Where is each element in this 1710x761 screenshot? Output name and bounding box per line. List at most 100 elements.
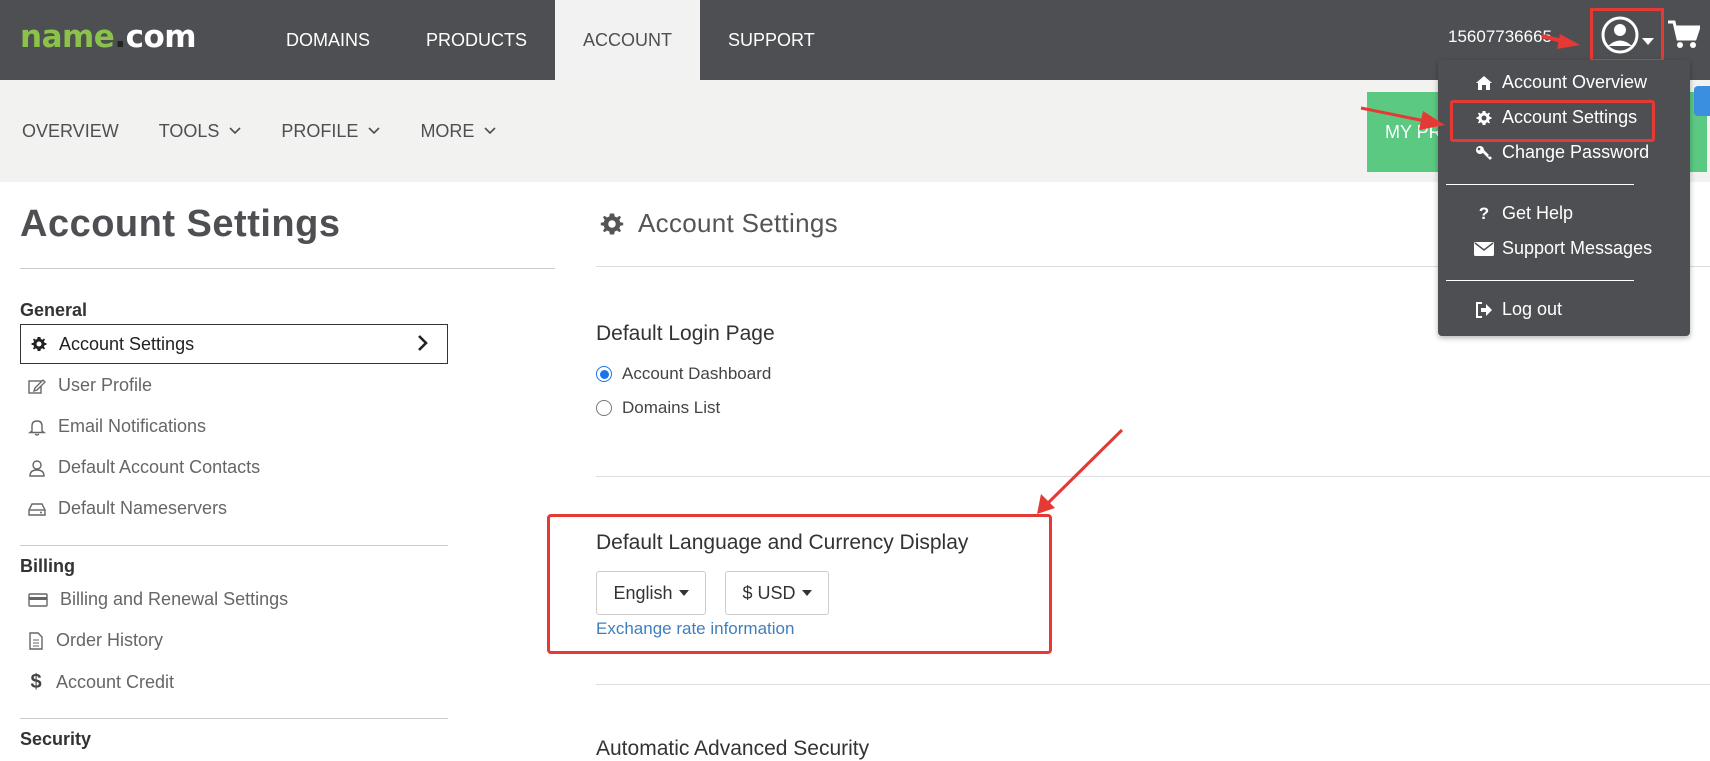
subnav-overview[interactable]: OVERVIEW bbox=[22, 121, 119, 142]
chevron-down-icon bbox=[368, 127, 381, 135]
sidebar-item-email-notifications[interactable]: Email Notifications bbox=[28, 416, 206, 437]
logo[interactable]: name.com bbox=[20, 19, 197, 55]
user-icon bbox=[28, 459, 46, 477]
arrow-to-language-box bbox=[1037, 428, 1124, 514]
logout-icon bbox=[1474, 301, 1494, 318]
user-dropdown-menu: Account Overview Account Settings Change… bbox=[1438, 60, 1690, 336]
question-icon: ? bbox=[1478, 203, 1490, 223]
envelope-icon bbox=[1474, 241, 1494, 256]
sidebar-item-billing-renewal[interactable]: Billing and Renewal Settings bbox=[28, 589, 288, 610]
dollar-icon: $ bbox=[30, 671, 42, 693]
sidebar-item-label: User Profile bbox=[58, 375, 153, 395]
currency-value: $ USD bbox=[742, 582, 796, 603]
nav-support[interactable]: SUPPORT bbox=[700, 0, 843, 80]
user-circle-icon bbox=[1600, 15, 1640, 55]
divider bbox=[20, 545, 448, 546]
menu-item-get-help[interactable]: ? Get Help bbox=[1474, 203, 1573, 224]
language-currency-heading: Default Language and Currency Display bbox=[596, 531, 969, 554]
chevron-down-icon bbox=[484, 127, 497, 135]
divider bbox=[20, 268, 555, 269]
advanced-security-heading: Automatic Advanced Security bbox=[596, 737, 870, 760]
gear-icon bbox=[31, 336, 47, 352]
menu-item-label: Log out bbox=[1502, 299, 1563, 319]
divider bbox=[596, 684, 1710, 685]
menu-item-account-settings[interactable]: Account Settings bbox=[1474, 107, 1637, 128]
menu-item-label: Get Help bbox=[1502, 203, 1574, 223]
sidebar-item-label: Account Settings bbox=[59, 333, 195, 354]
exchange-rate-link[interactable]: Exchange rate information bbox=[596, 619, 794, 639]
chevron-right-icon bbox=[417, 334, 429, 352]
menu-item-log-out[interactable]: Log out bbox=[1474, 299, 1562, 320]
subnav-profile[interactable]: PROFILE bbox=[281, 120, 381, 142]
menu-divider bbox=[1446, 280, 1634, 281]
radio-label: Domains List bbox=[622, 398, 721, 417]
language-value: English bbox=[613, 582, 673, 603]
subnav-items: OVERVIEW TOOLS PROFILE MORE bbox=[22, 80, 536, 182]
cart-icon[interactable] bbox=[1668, 20, 1700, 50]
sidebar-item-label: Order History bbox=[56, 630, 164, 650]
sidebar-item-label: Default Nameservers bbox=[58, 498, 228, 518]
page-title: Account Settings bbox=[20, 203, 341, 245]
home-icon bbox=[1474, 75, 1494, 91]
radio-domains-list[interactable]: Domains List bbox=[596, 398, 720, 418]
logo-name: name bbox=[20, 19, 115, 55]
document-icon bbox=[28, 631, 44, 650]
divider bbox=[20, 718, 448, 719]
logo-dot: . bbox=[114, 19, 126, 55]
section-security: Security bbox=[20, 729, 92, 749]
radio-account-dashboard[interactable]: Account Dashboard bbox=[596, 364, 771, 384]
logo-com: com bbox=[125, 19, 197, 55]
radio-button[interactable] bbox=[596, 366, 612, 382]
menu-divider bbox=[1446, 184, 1634, 185]
subnav-more-label: MORE bbox=[420, 120, 475, 141]
edit-icon bbox=[28, 378, 46, 394]
currency-select[interactable]: $ USD bbox=[725, 571, 829, 615]
section-general: General bbox=[20, 300, 88, 320]
gear-icon bbox=[600, 212, 624, 236]
edge-widget[interactable] bbox=[1694, 86, 1710, 116]
login-page-heading: Default Login Page bbox=[596, 322, 775, 345]
chevron-down-icon bbox=[229, 127, 241, 135]
language-select[interactable]: English bbox=[596, 571, 706, 615]
menu-item-label: Support Messages bbox=[1502, 238, 1653, 258]
sidebar-item-label: Billing and Renewal Settings bbox=[60, 589, 289, 609]
nav-products[interactable]: PRODUCTS bbox=[398, 0, 555, 80]
gear-icon bbox=[1474, 110, 1494, 126]
sidebar-item-order-history[interactable]: Order History bbox=[28, 630, 163, 651]
subnav-tools-label: TOOLS bbox=[158, 120, 220, 141]
section-billing: Billing bbox=[20, 556, 75, 576]
sidebar-item-user-profile[interactable]: User Profile bbox=[28, 375, 152, 396]
sidebar-item-account-settings[interactable]: Account Settings bbox=[20, 324, 448, 364]
menu-item-support-messages[interactable]: Support Messages bbox=[1474, 238, 1652, 259]
sidebar-item-account-credit[interactable]: $ Account Credit bbox=[28, 671, 174, 694]
menu-item-label: Account Settings bbox=[1502, 107, 1638, 127]
nav-domains[interactable]: DOMAINS bbox=[258, 0, 398, 80]
main-title: Account Settings bbox=[600, 208, 838, 239]
menu-item-label: Account Overview bbox=[1502, 72, 1648, 92]
sidebar-item-label: Account Credit bbox=[56, 672, 175, 692]
server-icon bbox=[28, 501, 46, 517]
menu-item-account-overview[interactable]: Account Overview bbox=[1474, 72, 1647, 93]
menu-item-label: Change Password bbox=[1502, 142, 1650, 162]
radio-button[interactable] bbox=[596, 400, 612, 416]
main-nav: DOMAINS PRODUCTS ACCOUNT SUPPORT bbox=[258, 0, 843, 80]
main-title-text: Account Settings bbox=[638, 208, 838, 238]
subnav-overview-label: OVERVIEW bbox=[22, 120, 119, 141]
radio-label: Account Dashboard bbox=[622, 364, 772, 383]
divider bbox=[596, 476, 1710, 477]
account-id: 15607736665 bbox=[1448, 27, 1553, 46]
sidebar-item-default-nameservers[interactable]: Default Nameservers bbox=[28, 498, 227, 519]
subnav-more[interactable]: MORE bbox=[420, 120, 497, 142]
subnav-tools[interactable]: TOOLS bbox=[159, 121, 242, 142]
subnav-profile-label: PROFILE bbox=[281, 120, 359, 141]
sidebar-item-default-contacts[interactable]: Default Account Contacts bbox=[28, 457, 260, 478]
sidebar-item-label: Default Account Contacts bbox=[58, 457, 261, 477]
sidebar-item-label: Email Notifications bbox=[58, 416, 207, 436]
credit-card-icon bbox=[28, 592, 48, 608]
caret-down-icon bbox=[678, 590, 689, 596]
user-menu-button[interactable] bbox=[1590, 8, 1664, 62]
menu-item-change-password[interactable]: Change Password bbox=[1474, 142, 1649, 163]
caret-down-icon bbox=[801, 590, 812, 596]
nav-account[interactable]: ACCOUNT bbox=[555, 0, 701, 80]
key-icon bbox=[1474, 145, 1494, 161]
